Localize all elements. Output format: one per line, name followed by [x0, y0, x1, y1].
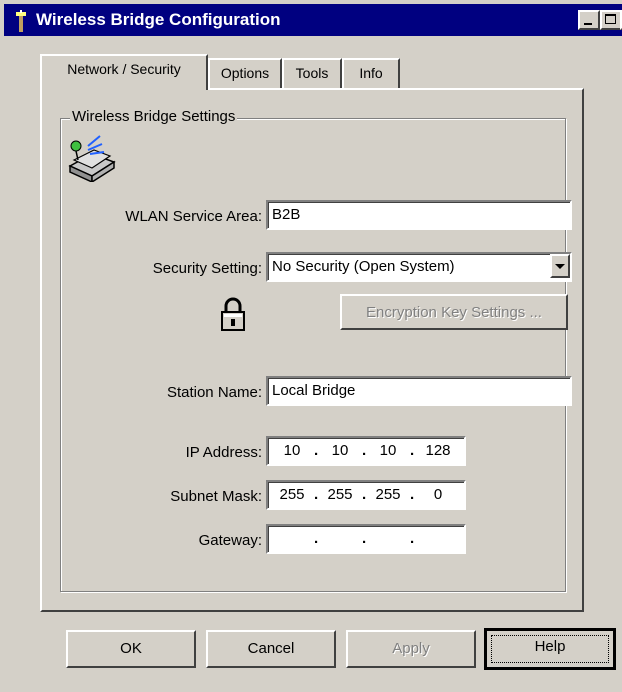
wlan-service-area-label: WLAN Service Area: [125, 208, 262, 225]
octet-separator: . [362, 486, 367, 503]
subnet-octet-2[interactable]: 255 [320, 482, 360, 508]
ip-octet-2[interactable]: 10 [320, 438, 360, 464]
tab-tools[interactable]: Tools [282, 58, 342, 88]
help-button[interactable]: Help [484, 628, 616, 670]
cancel-button[interactable]: Cancel [206, 630, 336, 668]
padlock-icon [221, 297, 245, 331]
subnet-octet-4[interactable]: 0 [416, 482, 460, 508]
tab-options[interactable]: Options [208, 58, 282, 88]
ip-octet-1[interactable]: 10 [272, 438, 312, 464]
gateway-label: Gateway: [198, 532, 262, 549]
octet-separator: . [314, 530, 319, 547]
focus-rectangle [491, 635, 609, 663]
security-setting-value: No Security (Open System) [272, 258, 455, 275]
tab-label: Tools [295, 65, 329, 81]
station-name-label: Station Name: [166, 384, 262, 401]
encryption-key-settings-button[interactable]: Encryption Key Settings ... [340, 294, 568, 330]
maximize-icon [605, 14, 616, 24]
subnet-octet-3[interactable]: 255 [368, 482, 408, 508]
ip-octet-3[interactable]: 10 [368, 438, 408, 464]
ip-address-input[interactable]: 10 . 10 . 10 . 128 [266, 436, 466, 466]
gateway-input[interactable]: . . . [266, 524, 466, 554]
tab-label: Info [359, 65, 383, 81]
window-title: Wireless Bridge Configuration [36, 10, 281, 29]
security-setting-label: Security Setting: [152, 260, 262, 277]
subnet-octet-1[interactable]: 255 [272, 482, 312, 508]
wlan-service-area-input[interactable]: B2B [266, 200, 572, 230]
title-bar[interactable]: Wireless Bridge Configuration [4, 4, 622, 36]
tab-label: Network / Security [67, 61, 181, 77]
tab-info[interactable]: Info [342, 58, 400, 88]
dialog-window: Wireless Bridge Configuration Network / … [0, 0, 622, 692]
subnet-mask-input[interactable]: 255 . 255 . 255 . 0 [266, 480, 466, 510]
octet-separator: . [362, 442, 367, 459]
ok-button[interactable]: OK [66, 630, 196, 668]
octet-separator: . [314, 442, 319, 459]
station-name-input[interactable]: Local Bridge [266, 376, 572, 406]
subnet-mask-label: Subnet Mask: [170, 488, 262, 505]
groupbox-title: Wireless Bridge Settings [70, 108, 238, 125]
ip-octet-4[interactable]: 128 [416, 438, 460, 464]
tab-network-security[interactable]: Network / Security [40, 54, 208, 90]
octet-separator: . [410, 530, 415, 547]
wireless-bridge-icon [68, 135, 116, 182]
chevron-down-icon [555, 264, 565, 269]
maximize-button[interactable] [600, 10, 622, 30]
minimize-button[interactable] [578, 10, 600, 30]
antenna-icon [16, 10, 26, 32]
apply-button[interactable]: Apply [346, 630, 476, 668]
octet-separator: . [362, 530, 367, 547]
tab-label: Options [220, 65, 270, 81]
settings-groupbox [60, 118, 566, 592]
security-dropdown-button[interactable] [550, 254, 570, 278]
octet-separator: . [410, 442, 415, 459]
security-setting-select[interactable]: No Security (Open System) [266, 252, 572, 282]
minimize-icon [584, 23, 592, 25]
octet-separator: . [410, 486, 415, 503]
octet-separator: . [314, 486, 319, 503]
ip-address-label: IP Address: [185, 444, 262, 461]
